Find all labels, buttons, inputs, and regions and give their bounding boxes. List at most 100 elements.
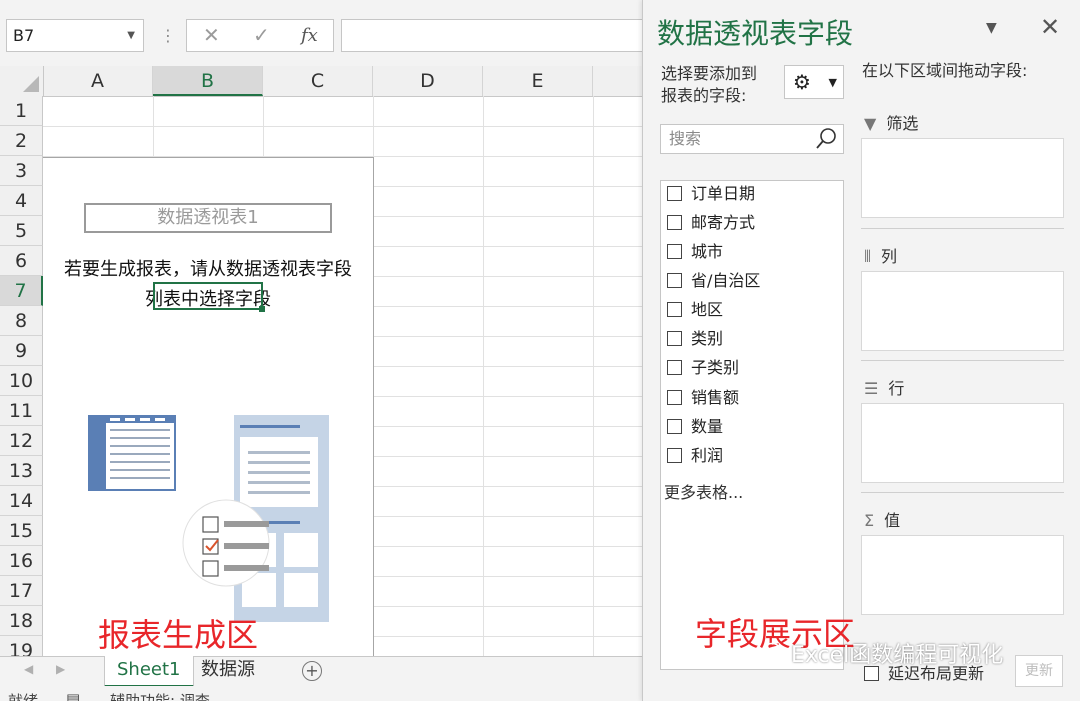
row-header[interactable]: 4 [0,186,43,216]
checkbox[interactable] [667,273,682,288]
pivot-table-name: 数据透视表1 [84,203,332,233]
checkbox[interactable] [667,215,682,230]
pivot-illustration-icon [88,415,329,622]
chevron-right-icon[interactable]: ▶ [56,662,65,676]
row-header[interactable]: 18 [0,606,43,636]
choose-fields-label: 选择要添加到 报表的字段: [661,63,757,107]
search-icon[interactable] [814,125,840,153]
checkbox[interactable] [667,186,682,201]
divider [861,360,1064,361]
more-options-icon: ⋮ [160,26,177,45]
rows-icon: ☰ [864,379,879,398]
checkbox[interactable] [667,331,682,346]
field-item[interactable]: 子类别 [667,354,739,382]
gridline [483,96,484,656]
row-header[interactable]: 3 [0,156,43,186]
field-list: 订单日期 邮寄方式 城市 省/自治区 地区 类别 子类别 销售额 数量 利润 更… [660,180,844,670]
rows-drop-zone[interactable] [861,403,1064,483]
active-cell-b7[interactable] [153,282,265,312]
field-item[interactable]: 利润 [667,442,723,470]
gridline [43,126,660,127]
row-header[interactable]: 8 [0,306,43,336]
name-box-value: B7 [13,26,35,45]
field-label: 地区 [691,300,724,319]
field-item[interactable]: 邮寄方式 [667,209,755,237]
filter-zone-label: ▼ 筛选 [864,110,918,134]
columns-drop-zone[interactable] [861,271,1064,351]
row-header[interactable]: 6 [0,246,43,276]
add-sheet-icon[interactable]: + [302,661,322,681]
field-item[interactable]: 地区 [667,296,723,324]
row-header[interactable]: 10 [0,366,43,396]
field-item[interactable]: 订单日期 [667,180,755,208]
row-header[interactable]: 5 [0,216,43,246]
sheet-tabs-bar: ◀ ▶ Sheet1 数据源 + [0,656,660,688]
field-item[interactable]: 数量 [667,413,723,441]
insert-function-icon[interactable]: fx [301,25,318,46]
row-header[interactable]: 15 [0,516,43,546]
pane-title: 数据透视表字段 [657,17,854,50]
chevron-left-icon[interactable]: ◀ [24,662,33,676]
field-label: 省/自治区 [691,271,761,290]
checkbox[interactable] [667,448,682,463]
checkbox[interactable] [667,244,682,259]
field-item[interactable]: 城市 [667,238,723,266]
close-icon[interactable]: ✕ [1040,13,1060,41]
formula-buttons: ✕ ✓ fx [186,19,334,52]
column-header-d[interactable]: D [373,66,483,96]
formula-input[interactable] [341,19,661,52]
row-header[interactable]: 19 [0,636,43,656]
field-label: 类别 [691,329,724,348]
row-header[interactable]: 12 [0,426,43,456]
column-header-b[interactable]: B [153,66,263,96]
row-header[interactable]: 13 [0,456,43,486]
accessibility-status[interactable]: 辅助功能: 调查 [110,690,210,701]
checkbox[interactable] [667,360,682,375]
select-all-corner[interactable] [0,66,44,96]
pivot-instructions-line1: 若要生成报表，请从数据透视表字段 [64,259,352,280]
chevron-down-icon[interactable]: ▼ [127,20,135,51]
sheet-tab-sheet1[interactable]: Sheet1 [104,656,194,688]
values-drop-zone[interactable] [861,535,1064,615]
name-box[interactable]: B7 ▼ [6,19,144,52]
row-header[interactable]: 9 [0,336,43,366]
column-header-e[interactable]: E [483,66,593,96]
checkbox[interactable] [667,302,682,317]
sheet-tab-data-source[interactable]: 数据源 [189,656,267,685]
row-header[interactable]: 16 [0,546,43,576]
column-header-a[interactable]: A [43,66,153,96]
pane-options-chevron-icon[interactable]: ▼ [986,20,997,36]
values-zone-label: Σ值 [864,507,900,531]
column-header-row: A B C D E [0,66,660,97]
field-settings-button[interactable]: ⚙ ▼ [784,65,844,99]
field-item[interactable]: 销售额 [667,384,739,412]
field-item[interactable]: 省/自治区 [667,267,760,295]
row-header[interactable]: 1 [0,96,43,126]
field-search-input[interactable]: 搜索 [660,124,844,154]
field-label: 销售额 [691,388,740,407]
row-header[interactable]: 14 [0,486,43,516]
values-zone-text: 值 [884,511,901,530]
gridline [593,96,594,656]
row-header[interactable]: 2 [0,126,43,156]
column-header-c[interactable]: C [263,66,373,96]
update-button[interactable]: 更新 [1015,655,1063,687]
filter-zone-text: 筛选 [886,114,919,133]
row-header[interactable]: 17 [0,576,43,606]
row-header-selected[interactable]: 7 [0,276,43,306]
wechat-logo-icon [763,642,787,662]
checkbox[interactable] [667,419,682,434]
cancel-icon[interactable]: ✕ [203,23,220,47]
more-tables-link[interactable]: 更多表格... [664,479,743,503]
divider [861,492,1064,493]
columns-zone-label: ⦀ 列 [864,243,897,267]
divider [861,228,1064,229]
field-item[interactable]: 类别 [667,325,723,353]
columns-zone-text: 列 [881,247,898,266]
sheet-stats-icon[interactable]: ▤ [66,690,80,701]
choose-fields-label-line1: 选择要添加到 [661,64,758,83]
filter-drop-zone[interactable] [861,138,1064,218]
checkbox[interactable] [667,390,682,405]
row-header[interactable]: 11 [0,396,43,426]
enter-icon[interactable]: ✓ [253,23,270,47]
